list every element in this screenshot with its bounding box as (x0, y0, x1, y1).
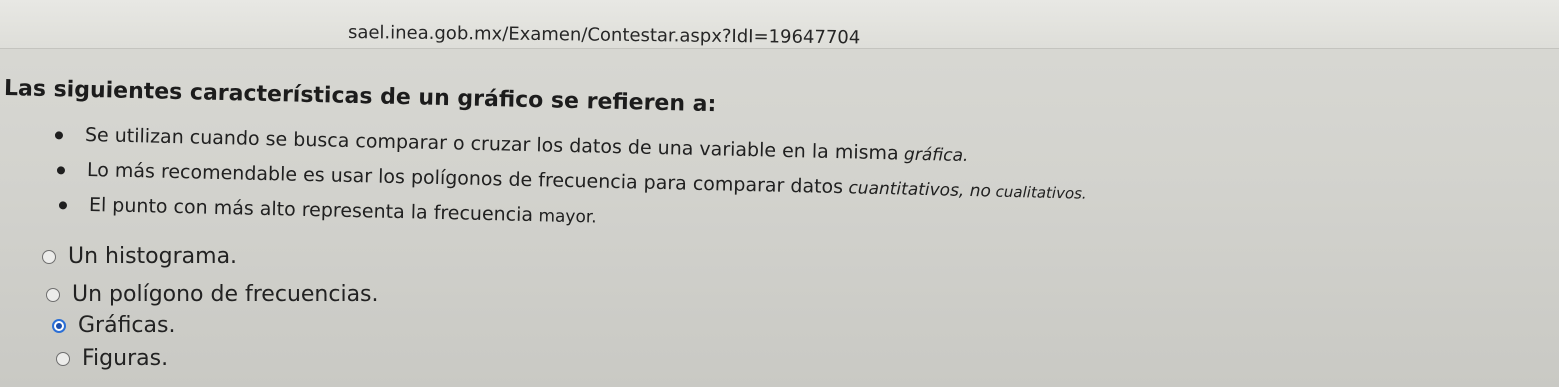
radio-button-selected[interactable] (52, 319, 66, 333)
answer-option-label[interactable]: Figuras. (82, 346, 168, 371)
radio-button[interactable] (46, 288, 60, 302)
question-title: Las siguientes características de un grá… (3, 76, 717, 118)
radio-button[interactable] (56, 352, 70, 366)
characteristic-item: El punto con más alto representa la frec… (58, 194, 597, 228)
characteristic-text: Se utilizan cuando se busca comparar o c… (84, 124, 899, 165)
answer-option-label[interactable]: Un polígono de frecuencias. (72, 282, 379, 307)
answer-option-histograma[interactable]: Un histograma. (42, 244, 237, 269)
answer-option-label[interactable]: Gráficas. (78, 313, 175, 338)
characteristic-item: Se utilizan cuando se busca comparar o c… (54, 124, 969, 167)
answer-option-figuras[interactable]: Figuras. (56, 346, 168, 371)
bullet-icon (54, 131, 64, 140)
radio-button[interactable] (42, 250, 56, 264)
characteristic-text-end-small: cualitativos. (990, 182, 1087, 203)
characteristic-text: El punto con más alto representa la frec… (88, 194, 534, 227)
answer-option-poligono[interactable]: Un polígono de frecuencias. (46, 282, 379, 307)
characteristic-text-end: mayor. (532, 206, 597, 228)
answer-option-graficas[interactable]: Gráficas. (52, 313, 175, 338)
browser-address-bar[interactable]: sael.inea.gob.mx/Examen/Contestar.aspx?I… (0, 0, 1559, 49)
characteristic-text-end: gráfica. (898, 144, 969, 167)
bullet-icon (56, 166, 66, 175)
bullet-icon (58, 201, 68, 210)
characteristic-text: Lo más recomendable es usar los polígono… (86, 159, 844, 199)
url-text[interactable]: sael.inea.gob.mx/Examen/Contestar.aspx?I… (348, 22, 860, 48)
characteristic-text-end: cuantitativos, no (842, 178, 992, 202)
answer-option-label[interactable]: Un histograma. (68, 244, 237, 269)
